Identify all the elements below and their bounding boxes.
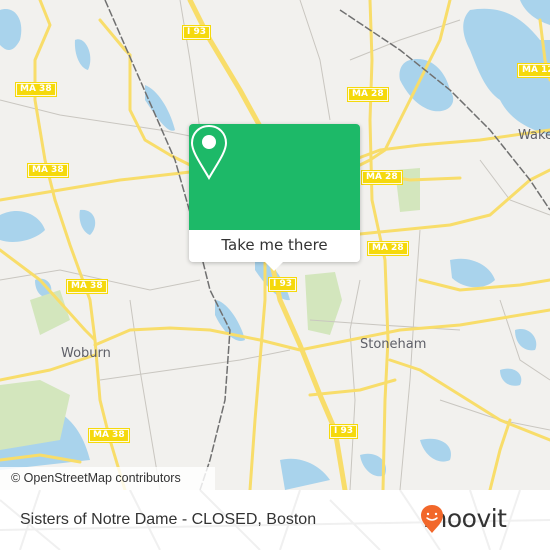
place-label: Stoneham: [360, 337, 427, 352]
road-shield: MA 38: [27, 163, 69, 178]
road: [248, 248, 267, 490]
footer: Sisters of Notre Dame - CLOSED, Boston m…: [0, 490, 550, 550]
water-pond: [500, 368, 522, 386]
water-pond: [0, 210, 45, 242]
moovit-logo[interactable]: moovit: [420, 504, 507, 534]
road-shield: I 93: [268, 277, 298, 292]
water-pond: [280, 458, 330, 490]
road-shield: I 93: [182, 25, 212, 40]
location-title: Sisters of Notre Dame - CLOSED, Boston: [20, 511, 317, 528]
road-shield: I 93: [329, 424, 359, 439]
water-pond: [420, 438, 451, 462]
park-area: [30, 290, 70, 335]
road: [388, 358, 550, 442]
moovit-logo-icon: [421, 505, 443, 533]
road: [308, 378, 397, 397]
map-view[interactable]: I 93 MA 38 MA 38 MA 38 MA 38 MA 28 MA 28…: [0, 0, 550, 490]
road-shield: MA 38: [66, 279, 108, 294]
park-area: [305, 272, 342, 335]
minor-road: [349, 279, 361, 490]
map-attribution[interactable]: © OpenStreetMap contributors: [0, 467, 215, 490]
popup-tail: [264, 261, 284, 271]
park-area: [0, 380, 70, 450]
road-shield: MA 12: [517, 63, 550, 78]
place-label: Woburn: [61, 346, 111, 361]
minor-road: [439, 399, 550, 431]
take-me-there-button[interactable]: Take me there: [189, 230, 360, 262]
water-lake: [520, 0, 550, 25]
water-pond: [515, 329, 537, 351]
water-pond: [79, 209, 96, 235]
place-label: Wake: [518, 128, 550, 143]
minor-road: [299, 0, 331, 121]
road: [98, 18, 132, 57]
road-shield: MA 28: [367, 241, 409, 256]
location-popup: Take me there: [189, 124, 360, 271]
road-shield: MA 28: [347, 87, 389, 102]
water-pond: [74, 39, 91, 70]
water-pond: [450, 258, 495, 288]
road-shield: MA 28: [361, 170, 403, 185]
minor-road: [479, 159, 550, 216]
road-shield: MA 38: [88, 428, 130, 443]
road-shield: MA 38: [15, 82, 57, 97]
popup-header: [189, 124, 360, 230]
map-pin-icon: [190, 124, 228, 181]
road: [488, 418, 512, 490]
road-i93: [187, 0, 265, 133]
minor-road: [399, 229, 421, 490]
water-pond: [0, 9, 22, 50]
